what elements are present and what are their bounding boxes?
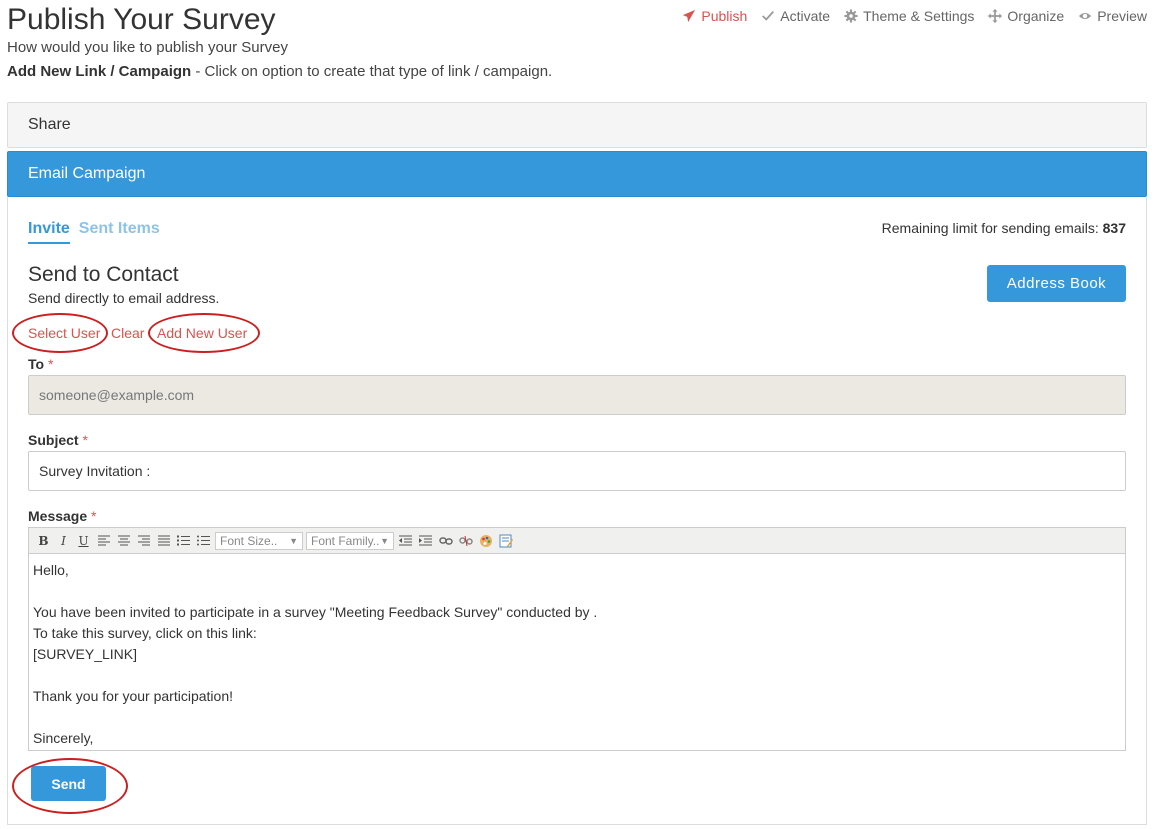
nav-organize-label: Organize — [1007, 8, 1065, 24]
font-size-value: Font Size.. — [220, 533, 278, 548]
check-icon — [762, 11, 775, 21]
page-subtitle: How would you like to publish your Surve… — [7, 39, 288, 56]
nav-organize[interactable]: Organize — [988, 8, 1064, 24]
nav-publish-label: Publish — [701, 8, 748, 24]
nav-publish[interactable]: Publish — [682, 8, 747, 24]
campaign-tabs: Invite Sent Items — [28, 220, 160, 244]
subject-input[interactable] — [28, 451, 1126, 491]
nav-activate-label: Activate — [780, 8, 831, 24]
share-panel-header[interactable]: Share — [7, 102, 1147, 148]
paper-plane-icon — [683, 9, 696, 23]
nav-theme-settings[interactable]: Theme & Settings — [844, 8, 974, 24]
add-new-user-link[interactable]: Add New User — [157, 325, 247, 341]
select-user-link[interactable]: Select User — [28, 325, 100, 341]
send-to-contact-desc: Send directly to email address. — [28, 290, 220, 306]
nav-activate[interactable]: Activate — [761, 8, 830, 24]
tab-sent-items[interactable]: Sent Items — [79, 220, 160, 244]
send-button[interactable]: Send — [31, 766, 106, 801]
font-family-select[interactable]: Font Family.. ▼ — [306, 531, 394, 550]
send-to-contact-title: Send to Contact — [28, 263, 179, 286]
message-label-text: Message — [28, 508, 88, 524]
email-limit-label: Remaining limit for sending emails: — [881, 220, 1103, 236]
add-campaign-hint: Add New Link / Campaign - Click on optio… — [7, 63, 552, 80]
required-mark: * — [91, 508, 97, 524]
color-palette-icon[interactable] — [477, 532, 494, 549]
clear-link[interactable]: Clear — [111, 325, 144, 341]
move-arrows-icon — [988, 9, 1003, 23]
gear-icon — [844, 9, 858, 23]
ordered-list-icon[interactable] — [175, 532, 192, 549]
to-label: To * — [28, 356, 53, 372]
nav-theme-label: Theme & Settings — [863, 8, 975, 24]
unlink-icon[interactable] — [457, 532, 474, 549]
add-campaign-label: Add New Link / Campaign — [7, 63, 192, 80]
underline-icon[interactable]: U — [75, 532, 92, 549]
nav-preview[interactable]: Preview — [1078, 8, 1147, 24]
eye-icon — [1079, 12, 1092, 20]
required-mark: * — [82, 432, 88, 448]
italic-icon[interactable]: I — [55, 532, 72, 549]
tab-invite[interactable]: Invite — [28, 220, 70, 244]
email-limit-value: 837 — [1102, 220, 1126, 236]
message-body[interactable]: Hello, You have been invited to particip… — [29, 554, 1125, 755]
to-label-text: To — [28, 356, 45, 372]
email-limit: Remaining limit for sending emails: 837 — [882, 220, 1126, 236]
link-icon[interactable] — [437, 532, 454, 549]
font-size-select[interactable]: Font Size.. ▼ — [215, 531, 303, 550]
editor-toolbar: B I U Font Size.. ▼ Font Family.. ▼ — [29, 528, 1125, 554]
chevron-down-icon: ▼ — [289, 535, 298, 546]
font-family-value: Font Family.. — [311, 533, 380, 548]
chevron-down-icon: ▼ — [380, 535, 389, 546]
align-justify-icon[interactable] — [155, 532, 172, 549]
add-campaign-desc: - Click on option to create that type of… — [191, 63, 553, 80]
outdent-icon[interactable] — [397, 532, 414, 549]
align-left-icon[interactable] — [95, 532, 112, 549]
nav-preview-label: Preview — [1097, 8, 1147, 24]
required-mark: * — [47, 356, 54, 372]
to-input[interactable] — [28, 375, 1126, 415]
indent-icon[interactable] — [417, 532, 434, 549]
message-label: Message * — [28, 508, 97, 524]
message-editor: B I U Font Size.. ▼ Font Family.. ▼ Hello,… — [28, 527, 1126, 751]
align-center-icon[interactable] — [115, 532, 132, 549]
subject-label-text: Subject — [28, 432, 79, 448]
email-campaign-panel-header[interactable]: Email Campaign — [7, 151, 1147, 197]
bold-icon[interactable]: B — [35, 532, 52, 549]
subject-label: Subject * — [28, 432, 88, 448]
edit-html-icon[interactable] — [497, 532, 514, 549]
page-title: Publish Your Survey — [7, 3, 276, 36]
address-book-button[interactable]: Address Book — [987, 265, 1126, 302]
top-nav: Publish Activate Theme & Settings Organi… — [682, 8, 1147, 24]
align-right-icon[interactable] — [135, 532, 152, 549]
unordered-list-icon[interactable] — [195, 532, 212, 549]
